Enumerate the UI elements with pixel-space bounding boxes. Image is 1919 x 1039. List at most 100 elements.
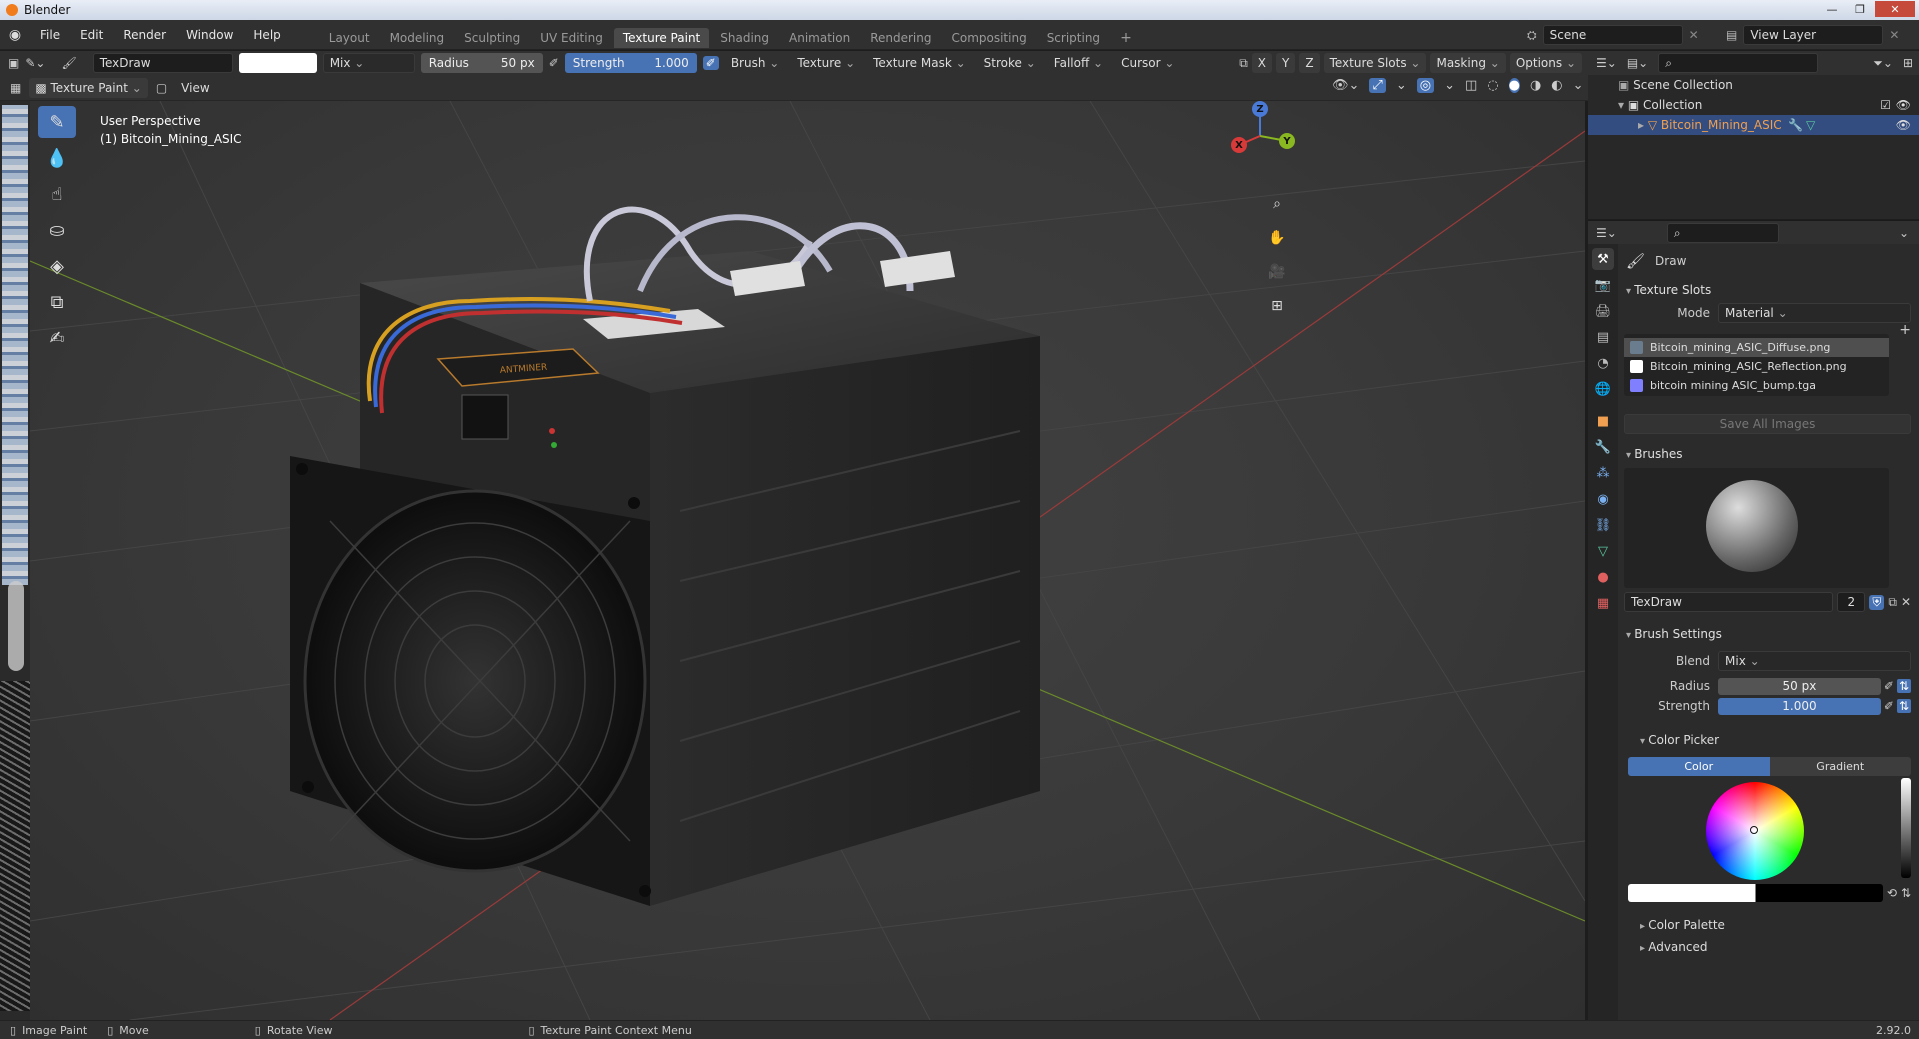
- gizmo-toggle-icon[interactable]: ⤢: [1369, 78, 1386, 93]
- tab-gradient[interactable]: Gradient: [1769, 757, 1911, 776]
- draw-tool-icon[interactable]: ✎: [38, 106, 76, 138]
- expand-arrow-icon[interactable]: ▾: [1618, 98, 1628, 112]
- tab-scripting[interactable]: Scripting: [1038, 28, 1109, 48]
- object-visibility-eye-icon[interactable]: 👁: [1896, 115, 1911, 135]
- texture-slot-item[interactable]: bitcoin mining ASIC_bump.tga: [1624, 376, 1889, 395]
- tab-modeling[interactable]: Modeling: [381, 28, 454, 48]
- tab-shading[interactable]: Shading: [711, 28, 778, 48]
- gizmo-x-axis[interactable]: X: [1231, 137, 1247, 153]
- object-tab-icon[interactable]: ■: [1592, 410, 1614, 432]
- falloff-menu[interactable]: Falloff: [1048, 53, 1109, 73]
- tab-texture-paint[interactable]: Texture Paint: [613, 27, 710, 48]
- axis-x-toggle[interactable]: X: [1251, 53, 1273, 73]
- radius-field[interactable]: Radius 50 px: [420, 53, 543, 73]
- strength-pressure-icon[interactable]: ✐: [702, 56, 719, 70]
- menu-window[interactable]: Window: [176, 20, 243, 50]
- axis-z-toggle[interactable]: Z: [1299, 53, 1320, 73]
- xray-icon[interactable]: ◫: [1465, 78, 1477, 93]
- options-menu[interactable]: Options: [1509, 53, 1582, 73]
- tab-rendering[interactable]: Rendering: [861, 28, 940, 48]
- outliner-object-row[interactable]: ▸ ▽ Bitcoin_Mining_ASIC 🔧 ▽ 👁: [1588, 115, 1919, 135]
- clone-tool-icon[interactable]: ⛀: [38, 214, 76, 246]
- view-layer-field[interactable]: View Layer: [1743, 25, 1884, 45]
- brush-menu[interactable]: Brush: [725, 53, 786, 73]
- gizmo-y-axis[interactable]: Y: [1279, 133, 1295, 149]
- save-all-images-button[interactable]: Save All Images: [1624, 414, 1911, 434]
- rendered-shading-icon[interactable]: ◐: [1551, 78, 1562, 93]
- view-layer-tab-icon[interactable]: ▤: [1592, 326, 1614, 348]
- strength-field[interactable]: Strength 1.000: [564, 53, 697, 73]
- menu-edit[interactable]: Edit: [70, 20, 113, 50]
- swap-colors-icon[interactable]: ⟲: [1887, 886, 1897, 900]
- texture-slots-menu[interactable]: Texture Slots: [1323, 53, 1427, 73]
- add-workspace-icon[interactable]: +: [1111, 28, 1141, 48]
- texture-slot-item[interactable]: Bitcoin_mining_ASIC_Reflection.png: [1624, 357, 1889, 376]
- unlink-brush-icon[interactable]: ✕: [1901, 595, 1911, 609]
- scene-tab-icon[interactable]: ◔: [1592, 352, 1614, 374]
- modifier-wrench-icon[interactable]: 🔧: [1788, 115, 1803, 135]
- texture-menu[interactable]: Texture: [791, 53, 861, 73]
- masking-menu[interactable]: Masking: [1430, 53, 1506, 73]
- brush-datablock-name[interactable]: TexDraw: [1624, 592, 1834, 612]
- material-shading-icon[interactable]: ◑: [1530, 78, 1541, 93]
- scene-field[interactable]: Scene: [1542, 25, 1683, 45]
- view-layer-close-icon[interactable]: ✕: [1889, 28, 1899, 42]
- value-slider[interactable]: [1901, 778, 1911, 878]
- collapse-arrow-icon[interactable]: ▸: [1638, 118, 1648, 132]
- view-menu[interactable]: View: [175, 78, 215, 98]
- modifiers-tab-icon[interactable]: 🔧: [1592, 436, 1614, 458]
- menu-render[interactable]: Render: [113, 20, 176, 50]
- fake-user-shield-icon[interactable]: ⛨: [1869, 594, 1885, 610]
- tool-brush-icon[interactable]: ✎⌄: [25, 56, 45, 70]
- visibility-eye-icon[interactable]: 👁: [1896, 95, 1911, 115]
- scene-close-icon[interactable]: ✕: [1689, 28, 1699, 42]
- ortho-grid-icon[interactable]: ⊞: [1264, 293, 1290, 319]
- texture-slot-item[interactable]: Bitcoin_mining_ASIC_Diffuse.png: [1624, 338, 1889, 357]
- tab-layout[interactable]: Layout: [320, 28, 379, 48]
- add-slot-icon[interactable]: +: [1899, 322, 1911, 338]
- maximize-button[interactable]: ❐: [1847, 1, 1873, 17]
- radius-slider[interactable]: 50 px: [1718, 677, 1881, 695]
- duplicate-brush-icon[interactable]: ⧉: [1888, 595, 1897, 610]
- mask-tool-icon[interactable]: ⧉: [38, 286, 76, 318]
- gizmo-z-axis[interactable]: Z: [1252, 101, 1268, 117]
- radius-pressure-toggle-icon[interactable]: ✐: [1884, 679, 1894, 693]
- overlay-toggle-icon[interactable]: ◎: [1416, 78, 1435, 93]
- properties-options-icon[interactable]: ⌄: [1899, 226, 1919, 240]
- image-editor-strip[interactable]: [0, 101, 30, 1020]
- outliner-collection[interactable]: ▾ ▣ Collection ☑ 👁: [1588, 95, 1919, 115]
- 3d-viewport[interactable]: ANTMINER Z Y X ⌕ ✋ 🎥 ⊞: [30, 101, 1585, 1020]
- primary-secondary-color-swatch[interactable]: [1628, 884, 1883, 902]
- menu-help[interactable]: Help: [243, 20, 290, 50]
- zoom-icon[interactable]: ⌕: [1264, 191, 1290, 217]
- brush-color-swatch[interactable]: [238, 53, 317, 73]
- radius-unit-icon[interactable]: ⇅: [1896, 679, 1911, 693]
- color-palette-subpanel[interactable]: ▸ Color Palette: [1618, 914, 1919, 936]
- wireframe-shading-icon[interactable]: ◌: [1487, 78, 1498, 93]
- world-tab-icon[interactable]: 🌐: [1592, 378, 1614, 400]
- color-picker-subpanel[interactable]: ▾ Color Picker: [1618, 729, 1919, 751]
- data-tab-icon[interactable]: ▽: [1592, 540, 1614, 562]
- tab-uv-editing[interactable]: UV Editing: [531, 28, 612, 48]
- texture-slot-list[interactable]: Bitcoin_mining_ASIC_Diffuse.png Bitcoin_…: [1624, 334, 1889, 396]
- strip-scroll-handle[interactable]: [8, 581, 24, 671]
- mode-dropdown-props[interactable]: Material: [1718, 303, 1911, 323]
- menu-file[interactable]: File: [30, 20, 70, 50]
- brushes-panel-header[interactable]: Brushes: [1618, 442, 1919, 466]
- new-collection-icon[interactable]: ⊞: [1903, 56, 1919, 70]
- color-pressure-icon[interactable]: ⇅: [1901, 886, 1911, 900]
- texture-tab-icon[interactable]: ▦: [1592, 592, 1614, 614]
- texture-slots-panel-header[interactable]: Texture Slots: [1618, 278, 1919, 302]
- tab-compositing[interactable]: Compositing: [942, 28, 1035, 48]
- outliner-scene-collection[interactable]: ▣ Scene Collection: [1588, 75, 1919, 95]
- filter-icon[interactable]: ⏷⌄: [1873, 56, 1893, 71]
- advanced-subpanel[interactable]: ▸ Advanced: [1618, 936, 1919, 958]
- camera-icon[interactable]: 🎥: [1264, 259, 1290, 285]
- brush-settings-panel-header[interactable]: Brush Settings: [1618, 622, 1919, 646]
- render-tab-icon[interactable]: 📷: [1592, 274, 1614, 296]
- mode-dropdown[interactable]: ▩ Texture Paint: [29, 77, 148, 98]
- strength-pressure-toggle-icon[interactable]: ✐: [1884, 699, 1894, 713]
- tab-color[interactable]: Color: [1628, 757, 1770, 776]
- minimize-button[interactable]: —: [1819, 1, 1845, 17]
- soften-tool-icon[interactable]: 💧: [38, 142, 76, 174]
